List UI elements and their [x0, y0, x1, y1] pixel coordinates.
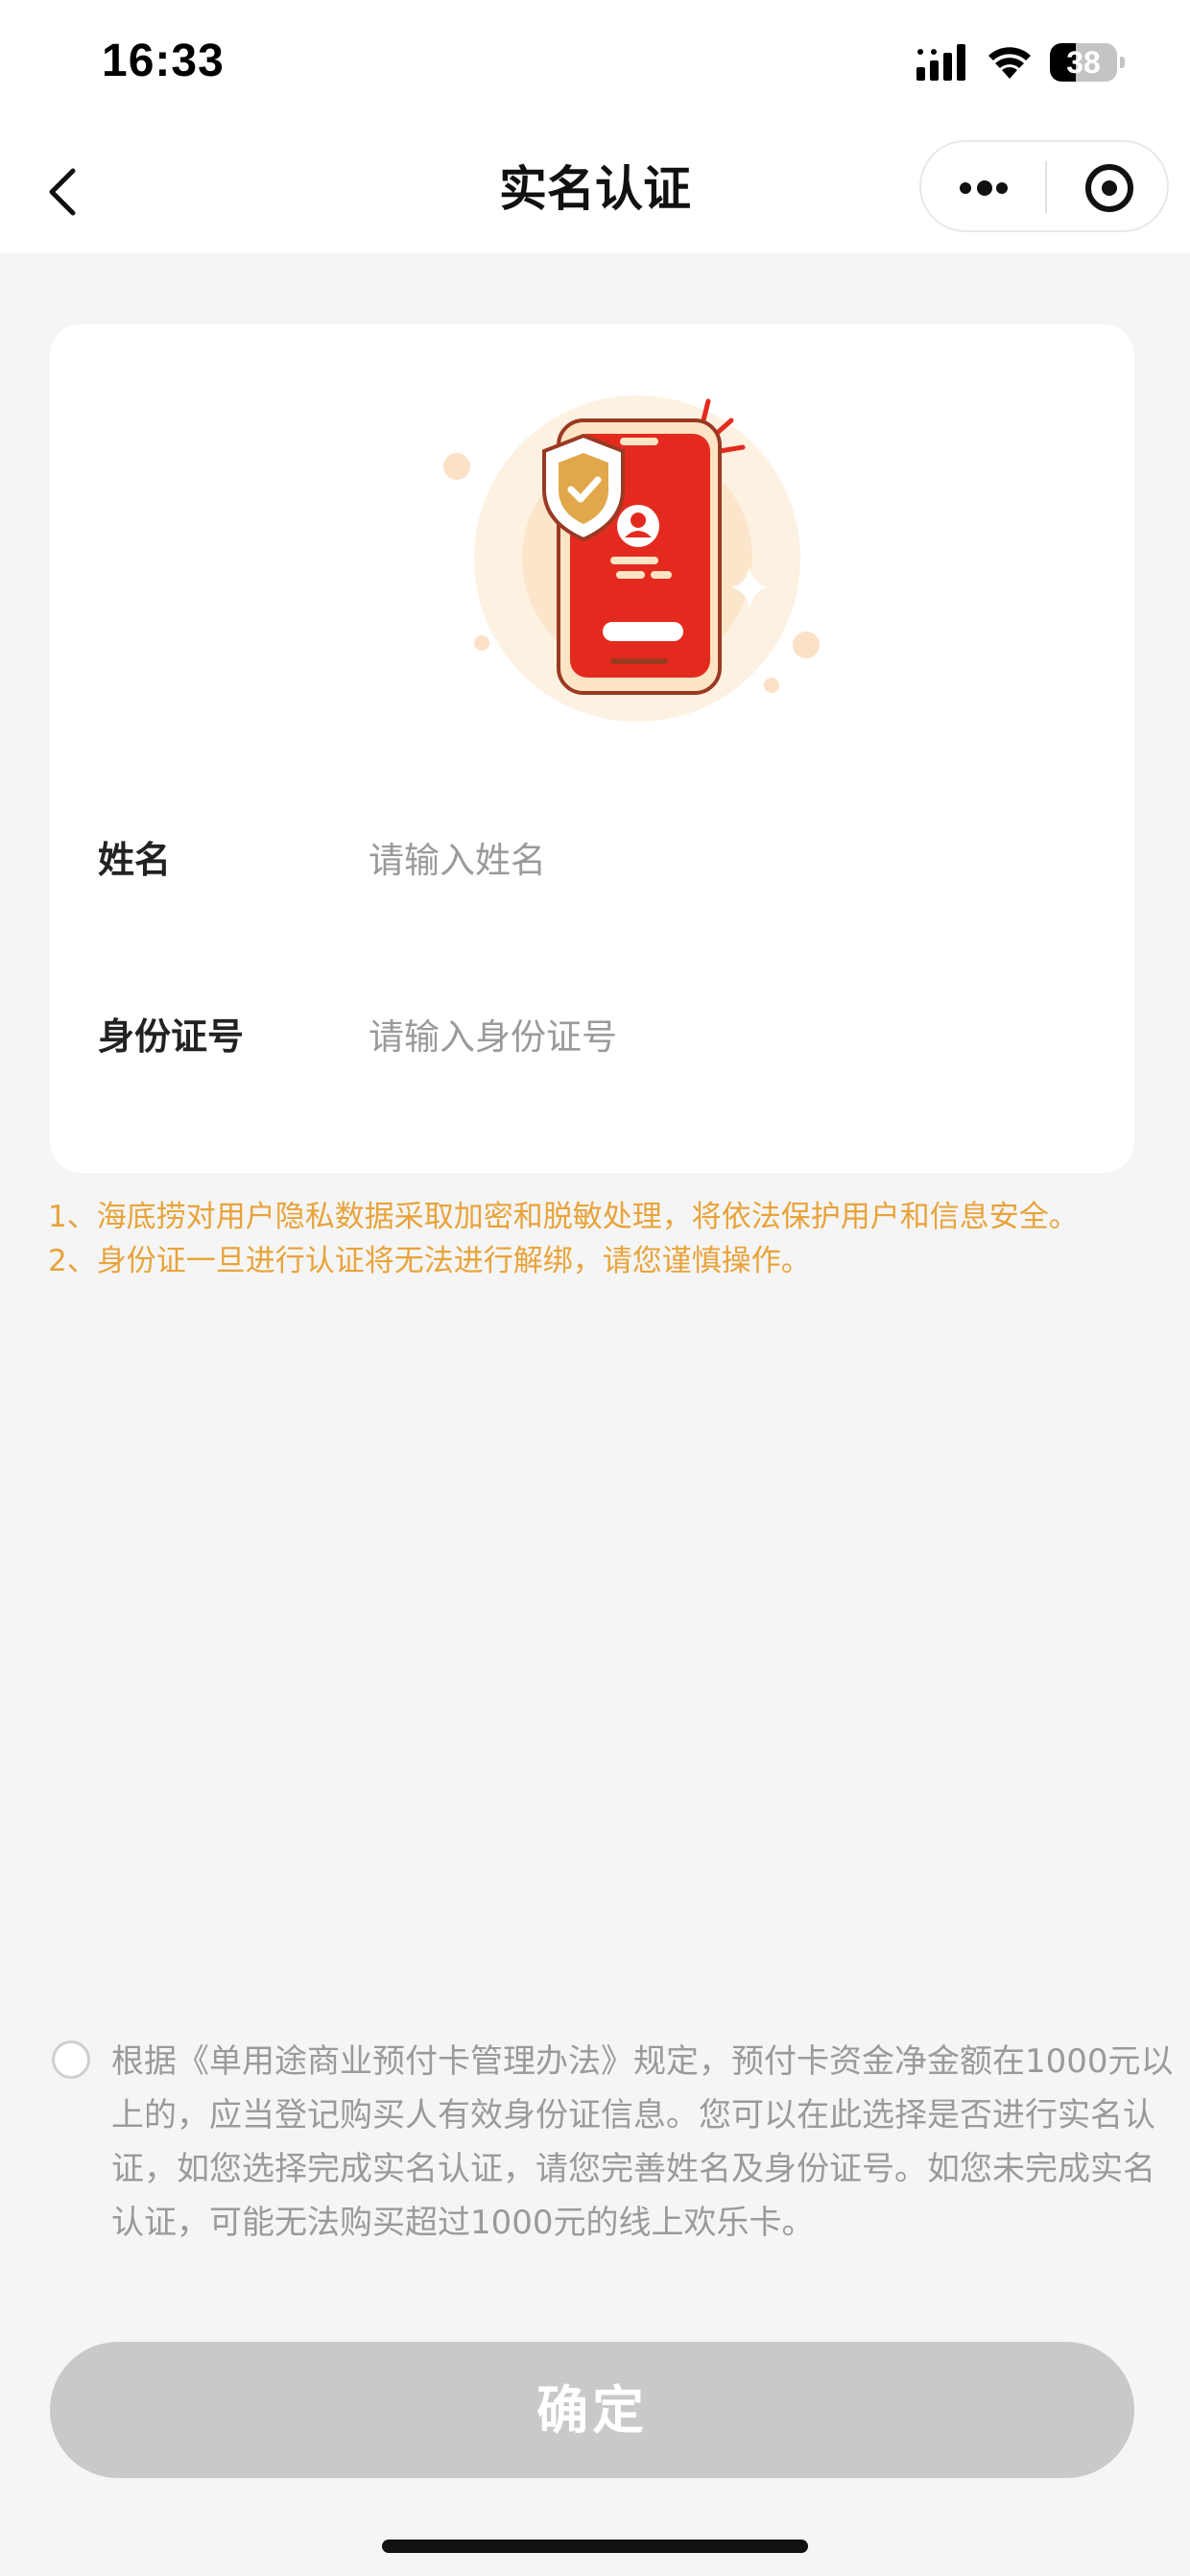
- id-number-row: 身份证号: [50, 979, 1134, 1094]
- agreement-text: 根据《单用途商业预付卡管理办法》规定，预付卡资金净金额在1000元以上的，应当登…: [111, 2042, 1174, 2242]
- chevron-left-icon: [49, 168, 76, 216]
- name-label: 姓名: [98, 839, 172, 881]
- name-input[interactable]: [369, 822, 1079, 898]
- cellular-signal-icon: [916, 44, 965, 81]
- name-row: 姓名: [50, 802, 1134, 918]
- nav-bar: 实名认证: [0, 125, 1190, 253]
- phone-shield-illustration: [443, 395, 820, 722]
- notice-line-2: 2、身份证一旦进行认证将无法进行解绑，请您谨慎操作。: [48, 1244, 811, 1278]
- status-time: 16:33: [102, 36, 225, 86]
- back-button[interactable]: [38, 154, 96, 230]
- verification-card: 姓名 身份证号: [50, 324, 1134, 1173]
- mini-program-capsule: [919, 140, 1169, 232]
- more-button[interactable]: [921, 142, 1045, 232]
- id-number-input[interactable]: [369, 998, 1079, 1075]
- confirm-button[interactable]: 确定: [50, 2342, 1134, 2478]
- battery-level: 38: [1066, 45, 1101, 80]
- close-mini-program-button[interactable]: [1047, 142, 1169, 232]
- id-number-label: 身份证号: [98, 1015, 245, 1058]
- notice-line-1: 1、海底捞对用户隐私数据采取加密和脱敏处理，将依法保护用户和信息安全。: [48, 1200, 1079, 1234]
- battery-icon: 38: [1050, 43, 1127, 82]
- status-bar: 16:33 38: [0, 0, 1190, 125]
- privacy-notice: 1、海底捞对用户隐私数据采取加密和脱敏处理，将依法保护用户和信息安全。 2、身份…: [48, 1195, 1171, 1283]
- wifi-icon: [988, 47, 1031, 79]
- more-icon: [960, 182, 971, 194]
- home-indicator: [382, 2540, 808, 2553]
- agree-radio-button[interactable]: [52, 2040, 90, 2079]
